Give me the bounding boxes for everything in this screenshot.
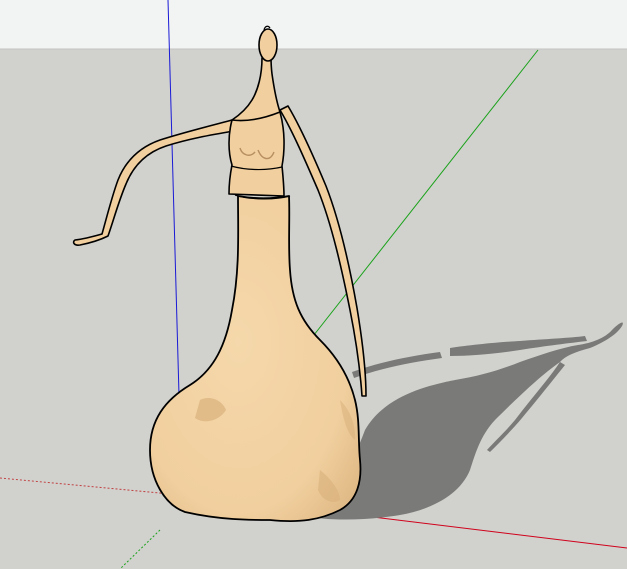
scene-canvas[interactable] [0,0,627,569]
model-torso [228,111,285,197]
modeling-viewport[interactable] [0,0,627,569]
sky-background [0,0,627,49]
model-head [258,28,278,62]
